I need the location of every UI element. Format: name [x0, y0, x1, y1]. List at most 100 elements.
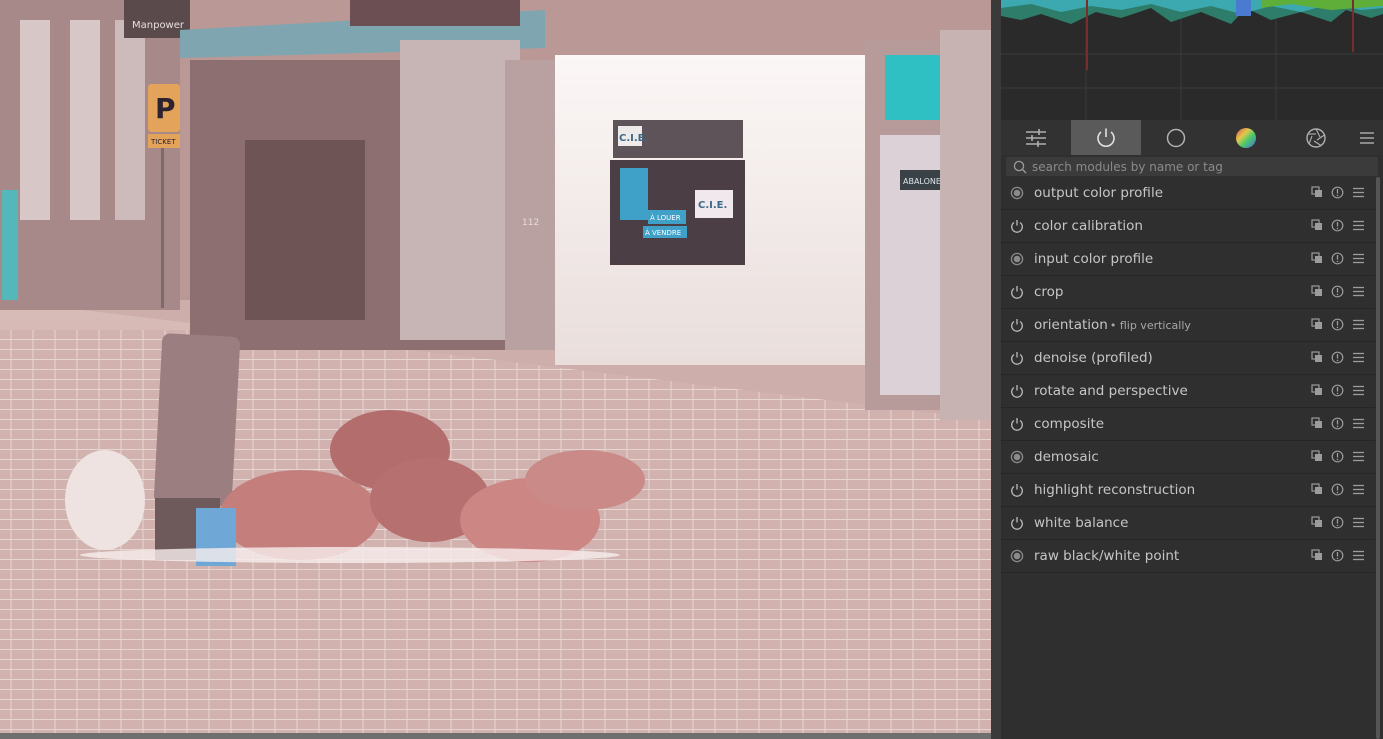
- multi-instance-icon[interactable]: [1311, 384, 1323, 396]
- image-canvas[interactable]: Manpower P TICKET C.I.E. C.I.E. À LOUER …: [0, 0, 991, 733]
- reset-icon[interactable]: [1331, 186, 1344, 199]
- active-modules-tab[interactable]: [1071, 120, 1141, 155]
- reset-icon[interactable]: [1331, 450, 1344, 463]
- parking-letter: P: [155, 92, 176, 125]
- quick-access-tab[interactable]: [1001, 120, 1071, 155]
- module-row-demosaic[interactable]: demosaic: [1001, 441, 1375, 474]
- module-row-crop[interactable]: crop: [1001, 276, 1375, 309]
- reset-icon[interactable]: [1331, 417, 1344, 430]
- module-label: input color profile: [1034, 251, 1154, 267]
- module-list-scrollbar[interactable]: [1376, 177, 1380, 739]
- a-louer-text: À LOUER: [650, 213, 681, 222]
- histogram[interactable]: [1001, 0, 1383, 120]
- module-row-color-calibration[interactable]: color calibration: [1001, 210, 1375, 243]
- presets-menu-tab[interactable]: [1351, 120, 1383, 155]
- presets-icon[interactable]: [1352, 417, 1365, 430]
- abalone-text: ABALONE: [903, 177, 941, 186]
- module-label: denoise (profiled): [1034, 350, 1153, 366]
- presets-icon[interactable]: [1352, 549, 1365, 562]
- multi-instance-icon[interactable]: [1311, 318, 1323, 330]
- color-group-tab[interactable]: [1211, 120, 1281, 155]
- module-power-icon[interactable]: [1010, 318, 1024, 332]
- multi-instance-icon[interactable]: [1311, 219, 1323, 231]
- reset-icon[interactable]: [1331, 384, 1344, 397]
- module-label: crop: [1034, 284, 1064, 300]
- always-on-icon[interactable]: [1010, 186, 1024, 200]
- person: [2, 190, 18, 300]
- presets-icon[interactable]: [1352, 252, 1365, 265]
- always-on-icon[interactable]: [1010, 252, 1024, 266]
- power-icon: [1097, 128, 1115, 147]
- module-row-output-color-profile[interactable]: output color profile: [1001, 177, 1375, 210]
- presets-icon[interactable]: [1352, 516, 1365, 529]
- effects-group-tab[interactable]: [1281, 120, 1351, 155]
- multi-instance-icon[interactable]: [1311, 450, 1323, 462]
- presets-icon[interactable]: [1352, 384, 1365, 397]
- reset-icon[interactable]: [1331, 351, 1344, 364]
- reset-icon[interactable]: [1331, 483, 1344, 496]
- multi-instance-icon[interactable]: [1311, 549, 1323, 561]
- module-power-icon[interactable]: [1010, 285, 1024, 299]
- module-actions: [1311, 516, 1365, 529]
- always-on-icon[interactable]: [1010, 450, 1024, 464]
- module-power-icon[interactable]: [1010, 219, 1024, 233]
- color-wheel-icon: [1236, 127, 1256, 148]
- multi-instance-icon[interactable]: [1311, 285, 1323, 297]
- multi-instance-icon[interactable]: [1311, 483, 1323, 495]
- module-row-input-color-profile[interactable]: input color profile: [1001, 243, 1375, 276]
- reset-icon[interactable]: [1331, 219, 1344, 232]
- reset-icon[interactable]: [1331, 516, 1344, 529]
- module-actions: [1311, 483, 1365, 496]
- ticket-text: TICKET: [150, 138, 176, 146]
- multi-instance-icon[interactable]: [1311, 351, 1323, 363]
- presets-icon[interactable]: [1352, 318, 1365, 331]
- histogram-graph: [1001, 0, 1383, 120]
- search-input[interactable]: [1032, 159, 1362, 174]
- multi-instance-icon[interactable]: [1311, 417, 1323, 429]
- module-row-rotate-and-perspective[interactable]: rotate and perspective: [1001, 375, 1375, 408]
- module-power-icon[interactable]: [1010, 483, 1024, 497]
- module-actions: [1311, 219, 1365, 232]
- a-vendre-text: À VENDRE: [645, 228, 681, 237]
- module-power-icon[interactable]: [1010, 516, 1024, 530]
- sliders-icon: [1026, 128, 1046, 147]
- module-power-icon[interactable]: [1010, 351, 1024, 365]
- cie-sign-1: C.I.E.: [619, 133, 648, 144]
- multi-instance-icon[interactable]: [1311, 252, 1323, 264]
- module-row-highlight-reconstruction[interactable]: highlight reconstruction: [1001, 474, 1375, 507]
- module-actions: [1311, 549, 1365, 562]
- reset-icon[interactable]: [1331, 549, 1344, 562]
- photo-preview: Manpower P TICKET C.I.E. C.I.E. À LOUER …: [0, 0, 991, 733]
- presets-icon[interactable]: [1352, 285, 1365, 298]
- module-power-icon[interactable]: [1010, 417, 1024, 431]
- presets-icon[interactable]: [1352, 351, 1365, 364]
- module-power-icon[interactable]: [1010, 384, 1024, 398]
- module-actions: [1311, 186, 1365, 199]
- multi-instance-icon[interactable]: [1311, 516, 1323, 528]
- module-label: color calibration: [1034, 218, 1143, 234]
- reset-icon[interactable]: [1331, 285, 1344, 298]
- reset-icon[interactable]: [1331, 318, 1344, 331]
- module-row-composite[interactable]: composite: [1001, 408, 1375, 441]
- aperture-icon: [1306, 127, 1326, 148]
- search-icon: [1013, 160, 1027, 173]
- module-row-orientation[interactable]: orientation • flip vertically: [1001, 309, 1375, 342]
- module-label: orientation • flip vertically: [1034, 317, 1191, 333]
- module-row-denoise-profiled[interactable]: denoise (profiled): [1001, 342, 1375, 375]
- module-row-white-balance[interactable]: white balance: [1001, 507, 1375, 540]
- multi-instance-icon[interactable]: [1311, 186, 1323, 198]
- module-label: highlight reconstruction: [1034, 482, 1196, 498]
- panel-divider[interactable]: [991, 0, 1001, 739]
- presets-icon[interactable]: [1352, 186, 1365, 199]
- presets-icon[interactable]: [1352, 219, 1365, 232]
- module-label: composite: [1034, 416, 1105, 432]
- module-search-box[interactable]: [1006, 157, 1378, 176]
- right-panel: output color profile color calibration: [1001, 0, 1383, 739]
- always-on-icon[interactable]: [1010, 549, 1024, 563]
- presets-icon[interactable]: [1352, 450, 1365, 463]
- presets-icon[interactable]: [1352, 483, 1365, 496]
- reset-icon[interactable]: [1331, 252, 1344, 265]
- module-sublabel: • flip vertically: [1109, 319, 1191, 332]
- module-row-raw-black-white-point[interactable]: raw black/white point: [1001, 540, 1375, 573]
- base-group-tab[interactable]: [1141, 120, 1211, 155]
